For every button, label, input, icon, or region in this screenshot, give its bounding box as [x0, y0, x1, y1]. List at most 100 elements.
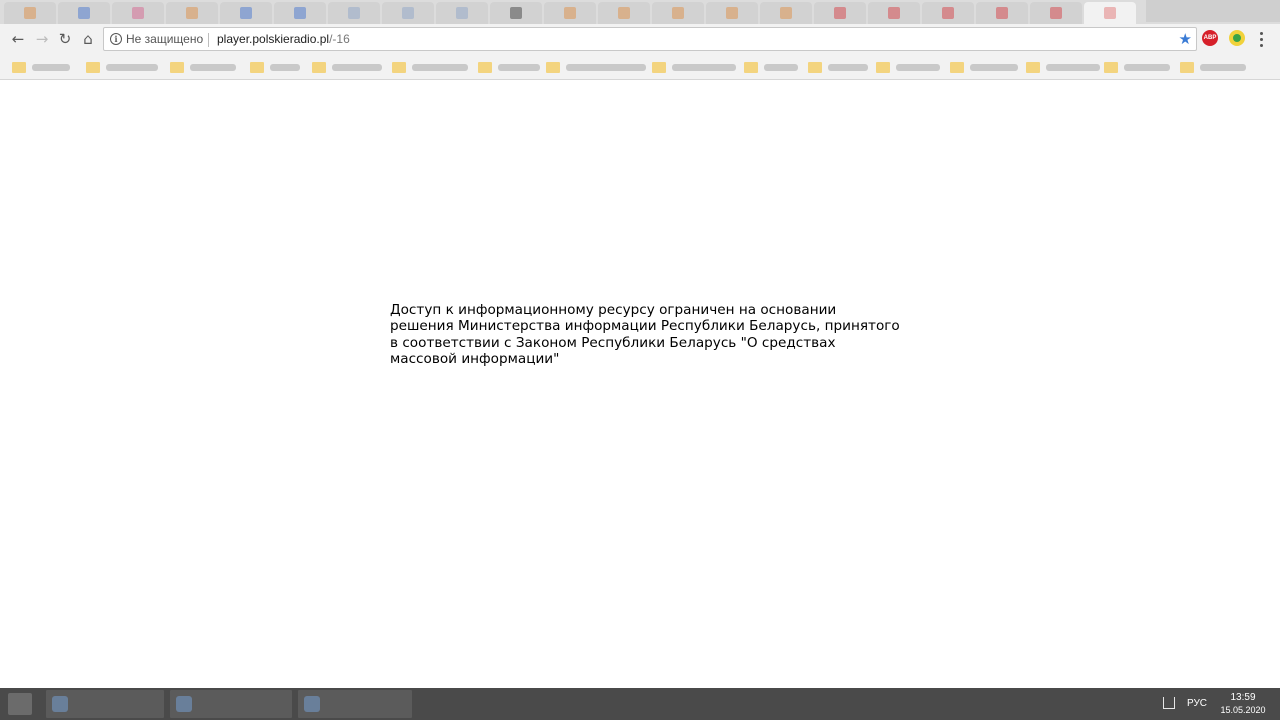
bookmark-folder[interactable]: [950, 59, 1018, 75]
bookmark-folder[interactable]: [744, 59, 798, 75]
browser-tab[interactable]: [868, 2, 920, 24]
taskbar-app[interactable]: [170, 690, 292, 718]
forward-arrow-icon[interactable]: →: [31, 28, 53, 50]
folder-icon: [312, 61, 326, 73]
start-button[interactable]: [8, 693, 32, 715]
app-icon: [304, 696, 320, 712]
reload-icon[interactable]: ↻: [54, 28, 76, 50]
browser-tab[interactable]: [220, 2, 272, 24]
bookmarks-bar: [0, 54, 1280, 80]
browser-tab[interactable]: [166, 2, 218, 24]
bookmark-folder[interactable]: [250, 59, 300, 75]
tab-favicon-icon: [1104, 7, 1116, 19]
tab-favicon-icon: [132, 7, 144, 19]
clock-time: 13:59: [1230, 692, 1256, 703]
taskbar-app[interactable]: [46, 690, 164, 718]
bookmark-folder[interactable]: [1104, 59, 1170, 75]
browser-tab[interactable]: [4, 2, 56, 24]
bookmark-folder[interactable]: [170, 59, 236, 75]
active-browser-tab[interactable]: [1084, 2, 1136, 24]
browser-tab[interactable]: [490, 2, 542, 24]
bookmark-folder[interactable]: [808, 59, 868, 75]
tab-favicon-icon: [294, 7, 306, 19]
tab-favicon-icon: [348, 7, 360, 19]
tab-favicon-icon: [456, 7, 468, 19]
shield-extension-icon[interactable]: [1229, 30, 1245, 46]
tab-favicon-icon: [726, 7, 738, 19]
browser-tab[interactable]: [544, 2, 596, 24]
bookmark-folder[interactable]: [1180, 59, 1246, 75]
back-arrow-icon[interactable]: ←: [7, 28, 29, 50]
tab-favicon-icon: [510, 7, 522, 19]
bookmark-star-icon[interactable]: ★: [1179, 30, 1192, 48]
url-path: /-16: [329, 32, 350, 46]
bookmark-folder[interactable]: [478, 59, 540, 75]
browser-tab[interactable]: [382, 2, 434, 24]
browser-tab[interactable]: [814, 2, 866, 24]
folder-icon: [12, 61, 26, 73]
bookmark-folder[interactable]: [312, 59, 382, 75]
folder-icon: [478, 61, 492, 73]
browser-tab[interactable]: [760, 2, 812, 24]
clock-date: 15.05.2020: [1220, 705, 1266, 715]
browser-tab[interactable]: [1030, 2, 1082, 24]
browser-tab[interactable]: [922, 2, 974, 24]
folder-icon: [1104, 61, 1118, 73]
tab-favicon-icon: [402, 7, 414, 19]
language-indicator[interactable]: РУС: [1187, 698, 1207, 709]
tab-favicon-icon: [834, 7, 846, 19]
folder-icon: [392, 61, 406, 73]
browser-tab[interactable]: [598, 2, 650, 24]
folder-icon: [744, 61, 758, 73]
tab-favicon-icon: [780, 7, 792, 19]
tab-favicon-icon: [78, 7, 90, 19]
address-separator: [208, 33, 209, 47]
system-clock[interactable]: 13:59 15.05.2020: [1214, 691, 1272, 717]
browser-menu-icon[interactable]: [1254, 30, 1268, 48]
address-bar[interactable]: i Не защищено player.polskieradio.pl/-16…: [103, 27, 1197, 51]
adblock-extension-icon[interactable]: ABP: [1202, 30, 1218, 46]
bookmark-folder[interactable]: [86, 59, 158, 75]
bookmark-folder[interactable]: [12, 59, 70, 75]
bookmark-folder[interactable]: [1026, 59, 1100, 75]
tab-favicon-icon: [888, 7, 900, 19]
folder-icon: [250, 61, 264, 73]
taskbar-app[interactable]: [298, 690, 412, 718]
browser-tab[interactable]: [976, 2, 1028, 24]
folder-icon: [1180, 61, 1194, 73]
network-icon[interactable]: [1163, 697, 1175, 709]
folder-icon: [876, 61, 890, 73]
tab-favicon-icon: [1050, 7, 1062, 19]
app-icon: [176, 696, 192, 712]
folder-icon: [950, 61, 964, 73]
bookmark-folder[interactable]: [546, 59, 646, 75]
window-controls[interactable]: [1146, 0, 1280, 22]
tab-favicon-icon: [564, 7, 576, 19]
browser-toolbar: ← → ↻ ⌂ i Не защищено player.polskieradi…: [0, 24, 1280, 54]
tab-favicon-icon: [996, 7, 1008, 19]
info-icon[interactable]: i: [110, 33, 122, 45]
tab-favicon-icon: [672, 7, 684, 19]
folder-icon: [546, 61, 560, 73]
app-icon: [52, 696, 68, 712]
tab-favicon-icon: [186, 7, 198, 19]
folder-icon: [170, 61, 184, 73]
browser-tab[interactable]: [58, 2, 110, 24]
tab-strip: [0, 0, 1280, 24]
browser-tab[interactable]: [436, 2, 488, 24]
url-host: player.polskieradio.pl: [217, 32, 330, 46]
browser-tab[interactable]: [652, 2, 704, 24]
browser-tab[interactable]: [274, 2, 326, 24]
security-label[interactable]: Не защищено: [126, 32, 203, 46]
folder-icon: [808, 61, 822, 73]
page-content: Доступ к информационному ресурсу огранич…: [0, 81, 1280, 688]
bookmark-folder[interactable]: [392, 59, 468, 75]
home-icon[interactable]: ⌂: [77, 28, 99, 50]
browser-tab[interactable]: [328, 2, 380, 24]
folder-icon: [652, 61, 666, 73]
browser-tab[interactable]: [112, 2, 164, 24]
browser-tab[interactable]: [706, 2, 758, 24]
url-text[interactable]: player.polskieradio.pl/-16: [217, 32, 350, 46]
bookmark-folder[interactable]: [652, 59, 736, 75]
bookmark-folder[interactable]: [876, 59, 940, 75]
